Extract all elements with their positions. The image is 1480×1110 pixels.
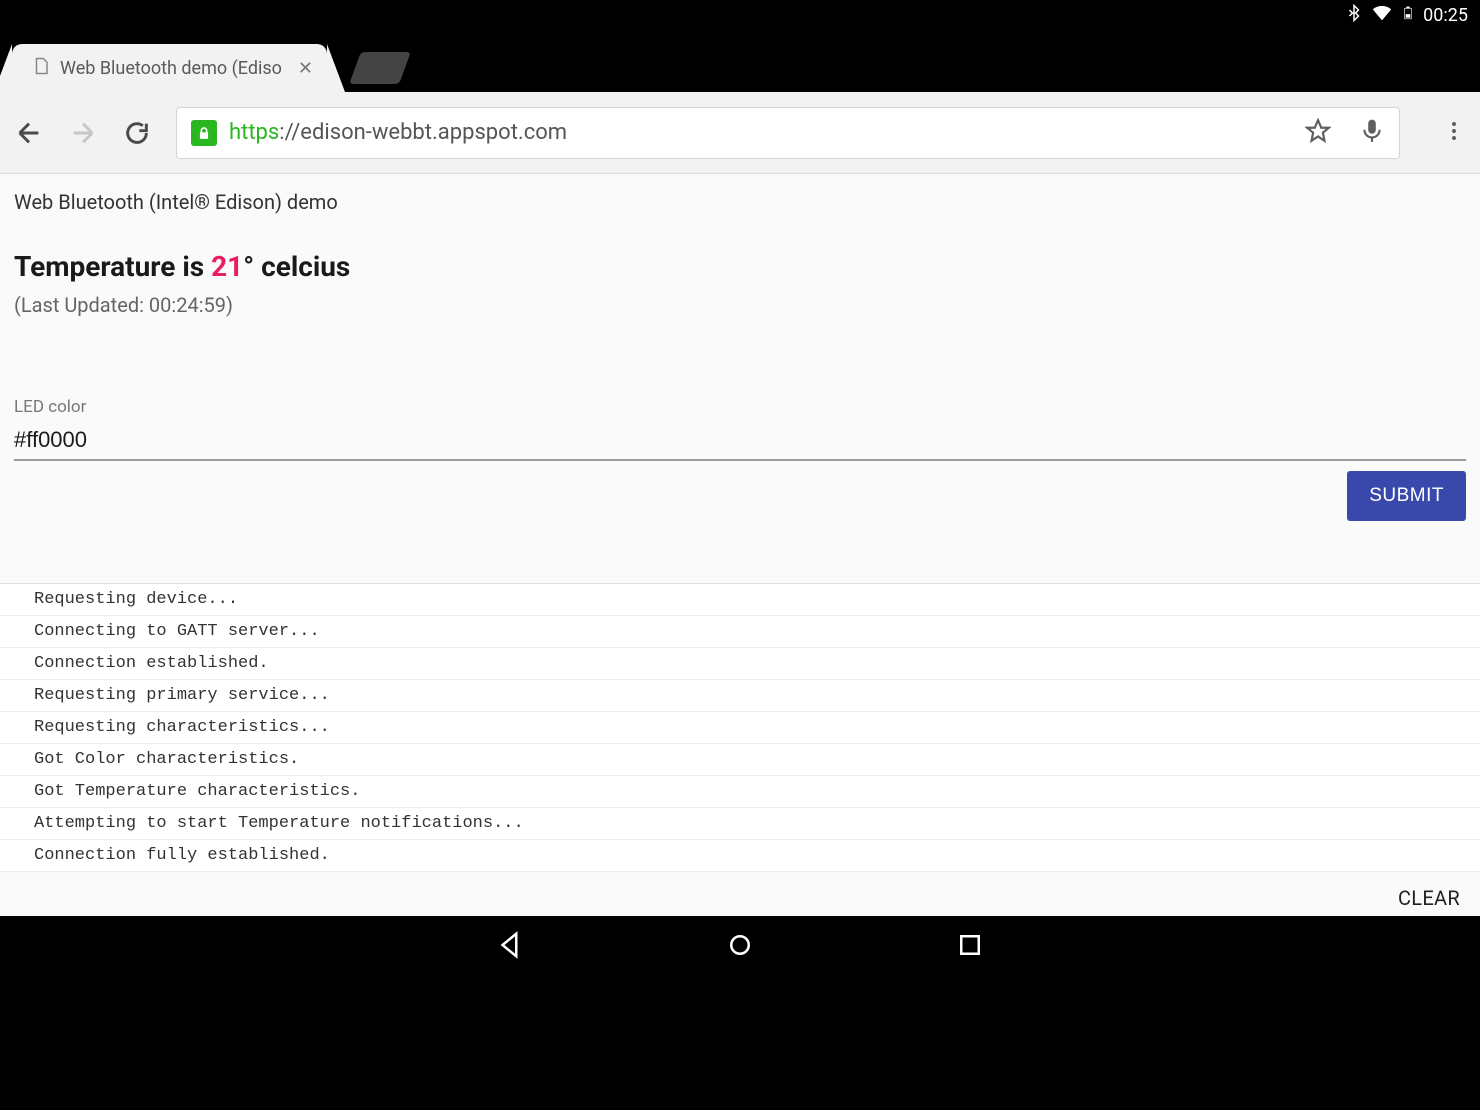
temp-suffix: ° celcius — [243, 250, 350, 283]
led-color-input[interactable] — [14, 423, 1466, 461]
new-tab-button[interactable] — [349, 52, 411, 84]
status-time: 00:25 — [1423, 5, 1468, 26]
bookmark-icon[interactable] — [1305, 118, 1331, 148]
temp-value: 21 — [211, 250, 243, 283]
close-icon[interactable]: ✕ — [298, 58, 313, 79]
android-back-icon[interactable] — [495, 930, 525, 964]
log-line: Got Temperature characteristics. — [0, 776, 1480, 808]
menu-icon[interactable] — [1442, 119, 1466, 147]
android-home-icon[interactable] — [725, 930, 755, 964]
log-line: Connection fully established. — [0, 840, 1480, 872]
url-scheme: https — [229, 120, 279, 145]
android-recent-icon[interactable] — [955, 930, 985, 964]
led-color-label: LED color — [14, 397, 1466, 417]
browser-tab-strip: Web Bluetooth demo (Ediso ✕ — [0, 30, 1480, 92]
mic-icon[interactable] — [1359, 118, 1385, 148]
clear-button[interactable]: CLEAR — [1398, 886, 1460, 910]
android-status-bar: 00:25 — [0, 0, 1480, 30]
log-line: Requesting device... — [0, 584, 1480, 616]
submit-button[interactable]: SUBMIT — [1347, 471, 1466, 521]
bluetooth-icon — [1345, 4, 1363, 27]
log-line: Requesting primary service... — [0, 680, 1480, 712]
last-updated: (Last Updated: 00:24:59) — [14, 293, 1466, 317]
android-nav-bar — [0, 916, 1480, 978]
battery-icon — [1401, 3, 1415, 28]
page-content: Web Bluetooth (Intel® Edison) demo Tempe… — [0, 174, 1480, 916]
browser-tab-active[interactable]: Web Bluetooth demo (Ediso ✕ — [12, 44, 327, 92]
back-button[interactable] — [14, 118, 44, 148]
address-bar[interactable]: https://edison-webbt.appspot.com — [176, 107, 1400, 159]
lock-icon — [191, 120, 217, 146]
log-line: Got Color characteristics. — [0, 744, 1480, 776]
tab-title: Web Bluetooth demo (Ediso — [60, 58, 282, 79]
log-line: Connecting to GATT server... — [0, 616, 1480, 648]
page-icon — [32, 57, 50, 80]
temp-prefix: Temperature is — [14, 250, 211, 283]
log-line: Requesting characteristics... — [0, 712, 1480, 744]
demo-title: Web Bluetooth (Intel® Edison) demo — [14, 190, 1466, 214]
browser-toolbar: https://edison-webbt.appspot.com — [0, 92, 1480, 174]
reload-button[interactable] — [122, 118, 152, 148]
wifi-icon — [1371, 2, 1393, 29]
log-line: Connection established. — [0, 648, 1480, 680]
log-list: Requesting device... Connecting to GATT … — [0, 583, 1480, 872]
log-line: Attempting to start Temperature notifica… — [0, 808, 1480, 840]
forward-button[interactable] — [68, 118, 98, 148]
url-text: https://edison-webbt.appspot.com — [229, 120, 1293, 145]
url-rest: ://edison-webbt.appspot.com — [279, 120, 567, 145]
temperature-heading: Temperature is 21° celcius — [14, 250, 1466, 283]
